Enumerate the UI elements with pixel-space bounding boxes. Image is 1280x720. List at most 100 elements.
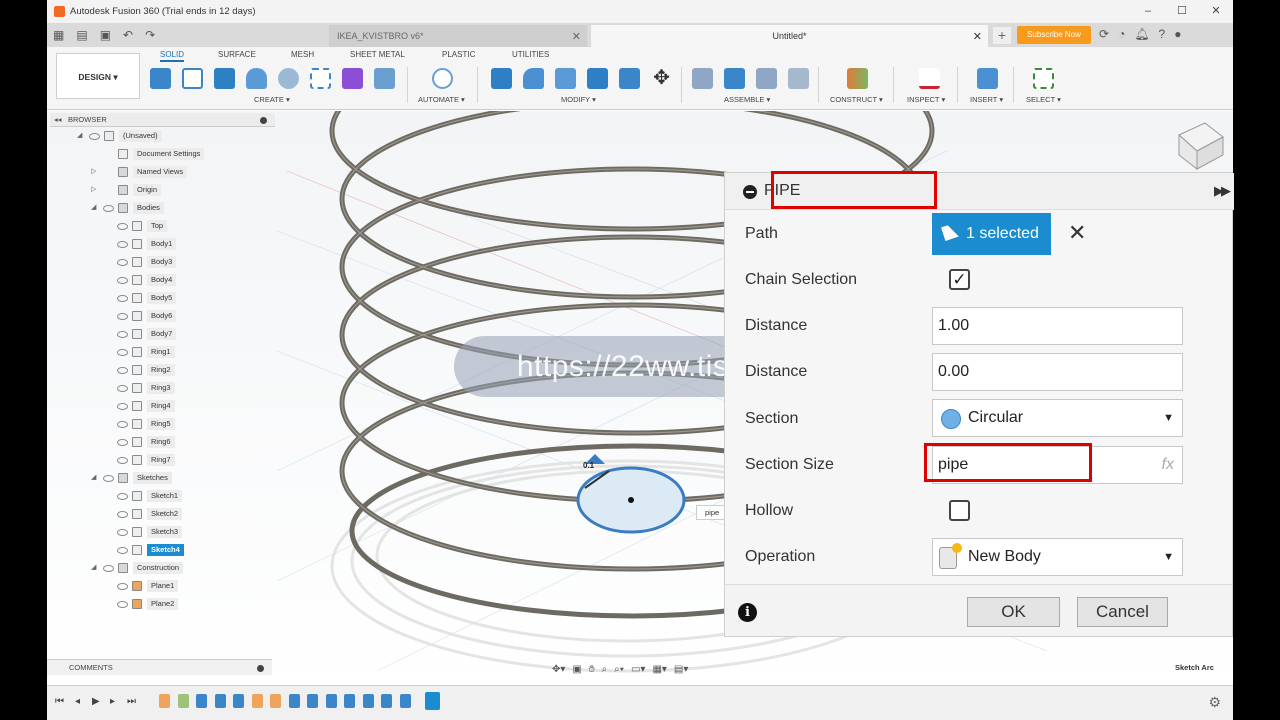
visibility-icon[interactable] xyxy=(117,583,128,590)
expand-arrow-icon[interactable]: ▷ xyxy=(91,163,96,181)
extensions-icon[interactable]: ⟳ xyxy=(1099,27,1109,41)
visibility-icon[interactable] xyxy=(117,259,128,266)
expand-arrow-icon[interactable]: ◢ xyxy=(91,559,96,577)
revolve-icon[interactable] xyxy=(246,68,267,89)
close-tab-icon[interactable]: ✕ xyxy=(572,30,581,43)
notifications-icon[interactable]: 🔔︎ xyxy=(1134,27,1149,41)
expand-arrow-icon[interactable]: ◢ xyxy=(91,199,96,217)
tab-sheet-metal[interactable]: SHEET METAL xyxy=(350,50,405,59)
visibility-icon[interactable] xyxy=(117,457,128,464)
go-to-start-icon[interactable]: ⏮ xyxy=(55,696,64,707)
measure-icon[interactable] xyxy=(919,68,940,89)
pipe-dialog-header[interactable]: PIPE ▶▶ xyxy=(725,173,1234,210)
create-menu[interactable]: CREATE ▾ xyxy=(254,95,290,104)
assemble-menu[interactable]: ASSEMBLE ▾ xyxy=(724,95,770,104)
timeline-feature[interactable] xyxy=(196,694,207,708)
orbit-icon[interactable]: ✥▾ xyxy=(552,664,565,675)
distance-input-1[interactable]: 1.00 xyxy=(932,307,1183,345)
browser-item[interactable]: Ring5 xyxy=(50,415,275,433)
visibility-icon[interactable] xyxy=(117,313,128,320)
visibility-icon[interactable] xyxy=(89,133,100,140)
browser-item[interactable]: ▷ Named Views xyxy=(50,163,275,181)
timeline-feature[interactable] xyxy=(159,694,170,708)
chamfer-icon[interactable] xyxy=(555,68,576,89)
offset-plane-icon[interactable] xyxy=(847,68,868,89)
timeline-feature[interactable] xyxy=(381,694,392,708)
save-icon[interactable]: ▣ xyxy=(100,28,111,42)
job-status-icon[interactable]: ◔ xyxy=(1118,27,1125,41)
browser-item[interactable]: Ring4 xyxy=(50,397,275,415)
browser-item[interactable]: Ring6 xyxy=(50,433,275,451)
avatar[interactable]: ● xyxy=(1174,27,1181,41)
help-icon[interactable]: ? xyxy=(1159,27,1166,41)
visibility-icon[interactable] xyxy=(117,385,128,392)
browser-item[interactable]: Sketch2 xyxy=(50,505,275,523)
fillet-icon[interactable] xyxy=(523,68,544,89)
file-icon[interactable]: ▤ xyxy=(76,28,87,42)
dimension-value[interactable]: 0.1 xyxy=(583,461,594,470)
pan-icon[interactable]: ✋︎ xyxy=(589,664,595,675)
path-selection-button[interactable]: 1 selected xyxy=(932,213,1051,255)
apps-grid-icon[interactable]: ▦ xyxy=(53,28,64,42)
grid-icon[interactable]: ▦▾ xyxy=(652,664,666,675)
expand-arrow-icon[interactable]: ◢ xyxy=(77,127,82,145)
timeline-feature[interactable] xyxy=(251,694,263,708)
info-icon[interactable]: i xyxy=(738,603,757,622)
browser-item[interactable]: Body7 xyxy=(50,325,275,343)
visibility-icon[interactable] xyxy=(117,367,128,374)
cancel-button[interactable]: Cancel xyxy=(1077,597,1168,627)
browser-item[interactable]: Body4 xyxy=(50,271,275,289)
timeline-feature[interactable] xyxy=(307,694,318,708)
close-window-icon[interactable]: ✕ xyxy=(1199,0,1233,23)
browser-item[interactable]: Plane1 xyxy=(50,577,275,595)
construct-menu[interactable]: CONSTRUCT ▾ xyxy=(830,95,883,104)
browser-item[interactable]: Sketch3 xyxy=(50,523,275,541)
browser-item[interactable]: Ring1 xyxy=(50,343,275,361)
collapse-dialog-icon[interactable] xyxy=(743,185,757,199)
go-to-end-icon[interactable]: ⏭ xyxy=(127,696,136,707)
step-back-icon[interactable]: ◂ xyxy=(75,696,80,707)
visibility-icon[interactable] xyxy=(117,277,128,284)
modify-menu[interactable]: MODIFY ▾ xyxy=(561,95,596,104)
visibility-icon[interactable] xyxy=(117,439,128,446)
tab-plastic[interactable]: PLASTIC xyxy=(442,50,475,59)
visibility-icon[interactable] xyxy=(117,331,128,338)
browser-item[interactable]: ◢ (Unsaved) xyxy=(50,127,275,145)
browser-item[interactable]: ▷ Origin xyxy=(50,181,275,199)
expand-arrow-icon[interactable]: ◢ xyxy=(91,469,96,487)
visibility-icon[interactable] xyxy=(103,205,114,212)
visibility-icon[interactable] xyxy=(117,547,128,554)
visibility-icon[interactable] xyxy=(117,493,128,500)
browser-item[interactable]: Sketch1 xyxy=(50,487,275,505)
browser-item[interactable]: Sketch4 xyxy=(50,541,275,559)
tab-solid[interactable]: SOLID xyxy=(160,50,185,62)
tab-untitled[interactable]: Untitled* ✕ xyxy=(591,25,988,47)
extrude-icon[interactable] xyxy=(214,68,235,89)
form-icon[interactable] xyxy=(342,68,363,89)
combine-icon[interactable] xyxy=(619,68,640,89)
select-menu[interactable]: SELECT ▾ xyxy=(1026,95,1061,104)
browser-item[interactable]: Ring7 xyxy=(50,451,275,469)
visibility-icon[interactable] xyxy=(117,529,128,536)
automate-menu[interactable]: AUTOMATE ▾ xyxy=(418,95,465,104)
visibility-icon[interactable] xyxy=(117,601,128,608)
timeline-feature[interactable] xyxy=(177,694,189,708)
browser-item[interactable]: Top xyxy=(50,217,275,235)
visibility-icon[interactable] xyxy=(103,475,114,482)
undo-icon[interactable]: ↶ xyxy=(123,28,133,42)
redo-icon[interactable]: ↷ xyxy=(145,28,155,42)
visibility-icon[interactable] xyxy=(117,223,128,230)
maximize-icon[interactable]: ☐ xyxy=(1165,0,1199,23)
timeline-feature[interactable] xyxy=(288,694,300,708)
browser-item[interactable]: ◢ Bodies xyxy=(50,199,275,217)
timeline-feature[interactable] xyxy=(214,694,226,708)
viewports-icon[interactable]: ▤▾ xyxy=(674,664,688,675)
zoom-icon[interactable]: ⌕ xyxy=(602,664,608,675)
new-component-icon[interactable] xyxy=(150,68,171,89)
browser-item[interactable]: Ring2 xyxy=(50,361,275,379)
timeline-feature[interactable] xyxy=(399,694,411,708)
mirror-icon[interactable] xyxy=(374,68,395,89)
tab-ikea-kvistbro[interactable]: IKEA_KVISTBRO v6* ✕ xyxy=(329,25,587,47)
browser-item[interactable]: Ring3 xyxy=(50,379,275,397)
rigid-group-icon[interactable] xyxy=(788,68,809,89)
